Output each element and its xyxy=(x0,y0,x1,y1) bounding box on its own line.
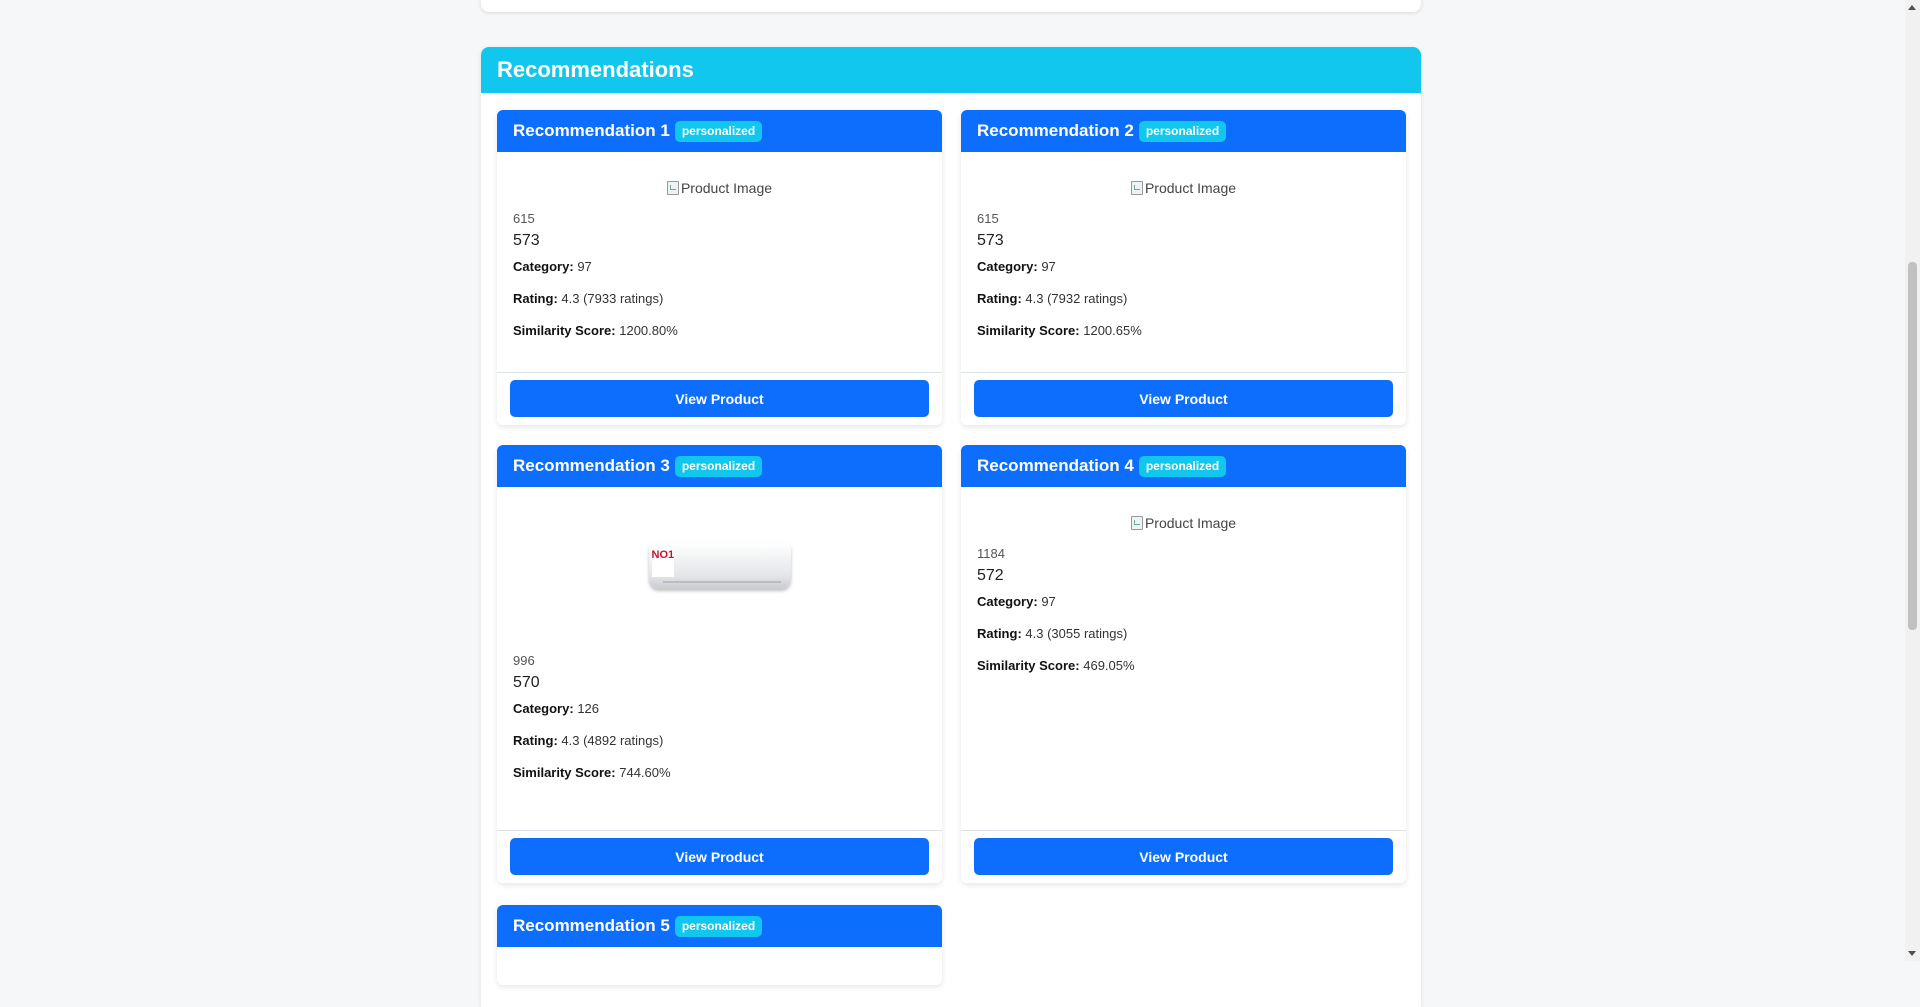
product-id: 996 xyxy=(513,653,535,668)
product-image: Product Image xyxy=(977,487,1390,538)
view-product-button[interactable]: View Product xyxy=(510,838,929,875)
recommendation-card: Recommendation 4 personalized Product Im… xyxy=(961,445,1406,883)
product-id: 615 xyxy=(513,211,535,226)
rating-value: 4.3 (7933 ratings) xyxy=(561,291,664,306)
card-footer: View Product xyxy=(961,830,1406,883)
view-product-button[interactable]: View Product xyxy=(974,838,1393,875)
category-value: 97 xyxy=(1041,594,1056,609)
view-product-button[interactable]: View Product xyxy=(974,380,1393,417)
card-header: Recommendation 4 personalized xyxy=(961,445,1406,487)
similarity-value: 744.60% xyxy=(619,765,671,780)
product-name: 573 xyxy=(513,232,540,249)
similarity-line: Similarity Score: 469.05% xyxy=(977,658,1135,673)
personalized-badge: personalized xyxy=(1138,120,1227,142)
recommendation-card: Recommendation 5 personalized xyxy=(497,905,942,985)
card-title: Recommendation 3 xyxy=(513,456,670,475)
category-line: Category: 97 xyxy=(977,259,1056,274)
card-footer: View Product xyxy=(497,372,942,425)
air-conditioner-image: NO1 xyxy=(648,543,791,589)
recommendations-header: Recommendations xyxy=(481,47,1421,93)
product-image: Product Image xyxy=(977,152,1390,203)
category-line: Category: 97 xyxy=(513,259,592,274)
scroll-up-arrow-icon[interactable] xyxy=(1908,5,1916,10)
personalized-badge: personalized xyxy=(674,455,763,477)
product-id: 615 xyxy=(977,211,999,226)
scroll-down-arrow-icon[interactable] xyxy=(1908,951,1916,956)
card-header: Recommendation 3 personalized xyxy=(497,445,942,487)
rating-value: 4.3 (7932 ratings) xyxy=(1025,291,1128,306)
recommendations-title: Recommendations xyxy=(497,57,694,82)
personalized-badge: personalized xyxy=(674,120,763,142)
product-image: NO1 xyxy=(513,487,926,645)
rating-value: 4.3 (4892 ratings) xyxy=(561,733,664,748)
card-header: Recommendation 1 personalized xyxy=(497,110,942,152)
card-footer: View Product xyxy=(961,372,1406,425)
personalized-badge: personalized xyxy=(674,915,763,937)
card-header: Recommendation 2 personalized xyxy=(961,110,1406,152)
broken-image-icon xyxy=(1130,515,1143,530)
product-name: 573 xyxy=(977,232,1004,249)
recommendation-card: Recommendation 2 personalized Product Im… xyxy=(961,110,1406,425)
card-header: Recommendation 5 personalized xyxy=(497,905,942,947)
broken-image-icon xyxy=(1130,180,1143,195)
broken-image-icon xyxy=(666,180,679,195)
similarity-line: Similarity Score: 1200.65% xyxy=(977,323,1142,338)
product-id: 1184 xyxy=(977,546,1005,561)
card-title: Recommendation 5 xyxy=(513,916,670,935)
category-line: Category: 97 xyxy=(977,594,1056,609)
page-scrollbar[interactable] xyxy=(1905,0,1920,961)
rating-line: Rating: 4.3 (3055 ratings) xyxy=(977,626,1128,641)
personalized-badge: personalized xyxy=(1138,455,1227,477)
category-value: 97 xyxy=(577,259,592,274)
similarity-value: 1200.80% xyxy=(619,323,678,338)
recommendation-card: Recommendation 1 personalized Product Im… xyxy=(497,110,942,425)
category-line: Category: 126 xyxy=(513,701,600,716)
card-title: Recommendation 1 xyxy=(513,121,670,140)
rating-value: 4.3 (3055 ratings) xyxy=(1025,626,1128,641)
rating-line: Rating: 4.3 (7933 ratings) xyxy=(513,291,664,306)
similarity-value: 469.05% xyxy=(1083,658,1135,673)
recommendation-card: Recommendation 3 personalized NO1 996 57… xyxy=(497,445,942,883)
rating-line: Rating: 4.3 (4892 ratings) xyxy=(513,733,664,748)
similarity-line: Similarity Score: 1200.80% xyxy=(513,323,678,338)
category-value: 126 xyxy=(577,701,600,716)
scrollbar-thumb[interactable] xyxy=(1908,262,1917,630)
product-name: 572 xyxy=(977,567,1004,584)
view-product-button[interactable]: View Product xyxy=(510,380,929,417)
product-name: 570 xyxy=(513,674,540,691)
card-footer: View Product xyxy=(497,830,942,883)
card-title: Recommendation 4 xyxy=(977,456,1134,475)
rating-line: Rating: 4.3 (7932 ratings) xyxy=(977,291,1128,306)
previous-section-card xyxy=(481,0,1421,12)
similarity-line: Similarity Score: 744.60% xyxy=(513,765,671,780)
product-image: Product Image xyxy=(513,152,926,203)
similarity-value: 1200.65% xyxy=(1083,323,1142,338)
category-value: 97 xyxy=(1041,259,1056,274)
card-title: Recommendation 2 xyxy=(977,121,1134,140)
